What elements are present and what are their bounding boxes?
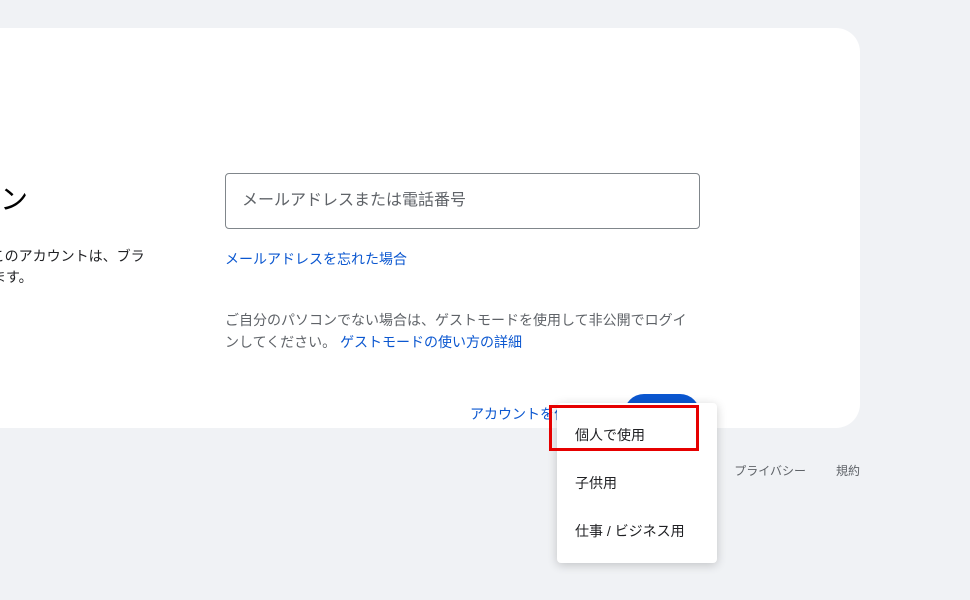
guest-mode-link[interactable]: ゲストモードの使い方の詳細 (340, 334, 522, 350)
terms-link[interactable]: 規約 (836, 462, 860, 479)
signin-card: ン ログインします。このアカウントは、ブラ アプリで利用できます。 メールアドレ… (0, 28, 860, 428)
dropdown-item-child[interactable]: 子供用 (557, 459, 717, 507)
guest-mode-text: ご自分のパソコンでない場合は、ゲストモードを使用して非公開でログインしてください… (225, 309, 700, 354)
description-line1: ログインします。このアカウントは、ブラ (0, 248, 145, 264)
form-area: メールアドレスを忘れた場合 ご自分のパソコンでない場合は、ゲストモードを使用して… (225, 173, 700, 434)
footer: プライバシー 規約 (0, 462, 860, 479)
email-phone-input[interactable] (225, 173, 700, 229)
dropdown-item-business[interactable]: 仕事 / ビジネス用 (557, 507, 717, 555)
input-container (225, 173, 700, 229)
description-text: ログインします。このアカウントは、ブラ アプリで利用できます。 (0, 246, 145, 288)
description-line2: アプリで利用できます。 (0, 269, 33, 285)
forgot-email-link[interactable]: メールアドレスを忘れた場合 (225, 249, 407, 269)
title-fragment: ン (0, 178, 28, 218)
privacy-link[interactable]: プライバシー (734, 462, 806, 479)
dropdown-item-personal[interactable]: 個人で使用 (557, 411, 717, 459)
account-type-dropdown: 個人で使用 子供用 仕事 / ビジネス用 (557, 403, 717, 563)
